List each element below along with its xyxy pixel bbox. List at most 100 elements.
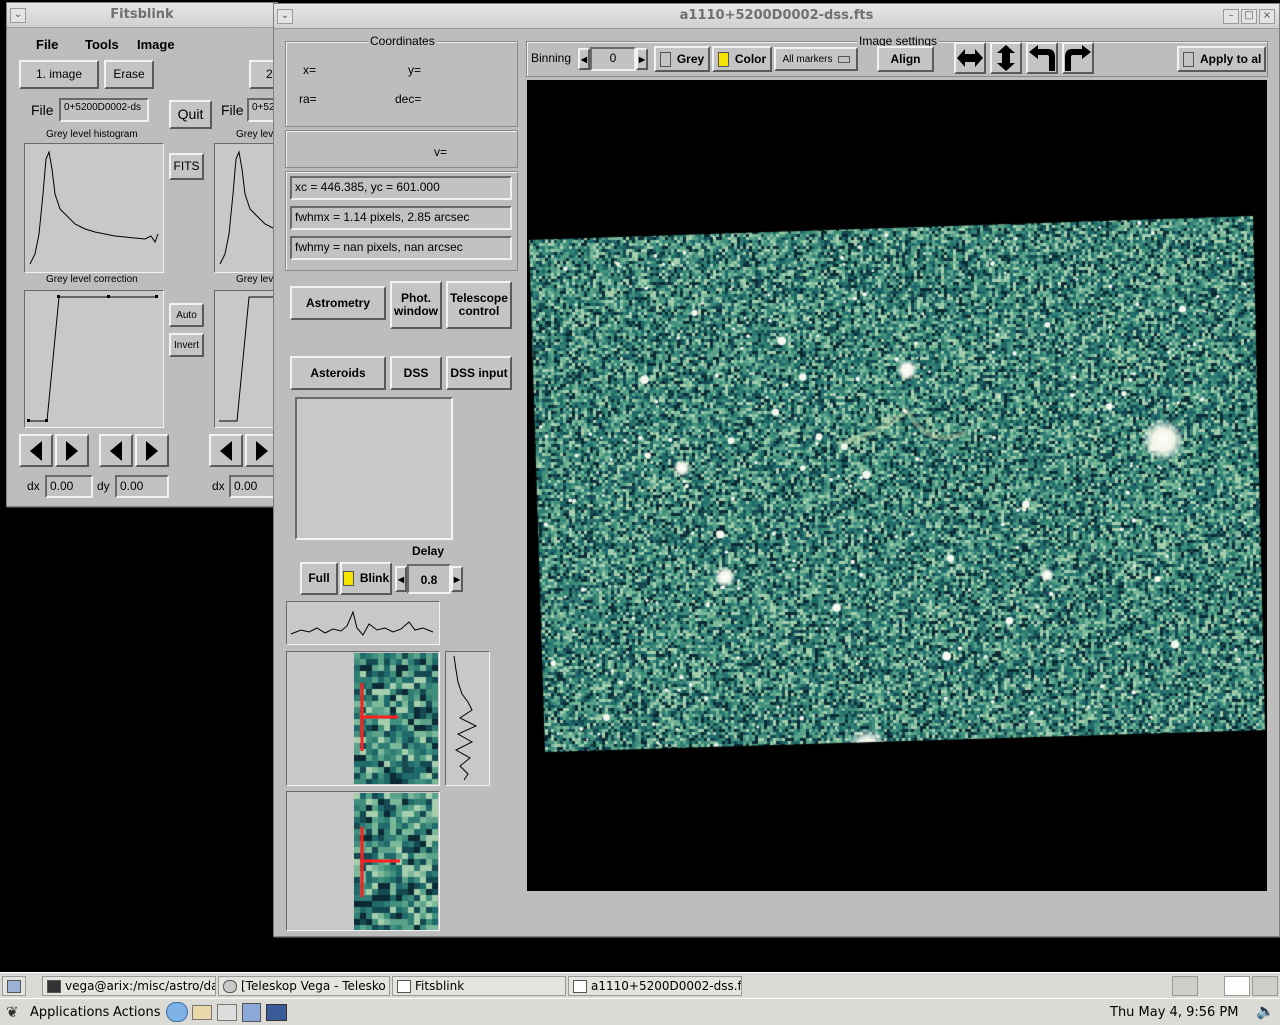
color-toggle[interactable]: Color bbox=[712, 46, 772, 72]
dx-field-2[interactable]: 0.00 bbox=[229, 475, 277, 498]
menu-file[interactable]: File bbox=[36, 37, 58, 52]
editor-icon[interactable] bbox=[217, 1004, 237, 1021]
telescope-control-button[interactable]: Telescope control bbox=[446, 281, 512, 329]
zoom-view-1 bbox=[286, 651, 440, 786]
shift-left-button-c[interactable] bbox=[209, 434, 243, 467]
task-telescope-label: [Teleskop Vega - Telesko bbox=[241, 979, 386, 993]
dx-label-2: dx bbox=[212, 479, 225, 493]
volume-icon[interactable]: 🔈 bbox=[1256, 1002, 1275, 1020]
dx-label: dx bbox=[27, 479, 40, 493]
correction-label: Grey level correction bbox=[46, 274, 138, 285]
dx-field[interactable]: 0.00 bbox=[45, 475, 93, 498]
clock[interactable]: Thu May 4, 9:56 PM bbox=[1110, 1005, 1238, 1020]
blink-label: Blink bbox=[359, 571, 390, 585]
show-desktop-button[interactable] bbox=[2, 976, 26, 996]
star-field-image[interactable] bbox=[527, 80, 1267, 891]
binning-field[interactable]: 0 bbox=[590, 47, 636, 71]
menu-tools[interactable]: Tools bbox=[85, 37, 119, 52]
centroid-readout: xc = 446.385, yc = 601.000 bbox=[290, 176, 512, 200]
file-field[interactable]: 0+5200D0002-ds bbox=[59, 98, 149, 122]
shift-left-button[interactable] bbox=[19, 434, 53, 467]
auto-button[interactable]: Auto bbox=[169, 303, 204, 327]
rotate-right-button[interactable] bbox=[1062, 42, 1094, 74]
correction-curve bbox=[27, 295, 158, 422]
minimize-icon[interactable]: – bbox=[1223, 9, 1239, 24]
align-button[interactable]: Align bbox=[877, 46, 934, 72]
color-label: Color bbox=[734, 51, 767, 66]
menu-image[interactable]: Image bbox=[137, 37, 175, 52]
rotate-left-button[interactable] bbox=[1026, 42, 1058, 74]
binning-increment-button[interactable]: ▶ bbox=[636, 48, 648, 70]
delay-label: Delay bbox=[412, 544, 445, 558]
correction-plot bbox=[24, 290, 164, 428]
full-button[interactable]: Full bbox=[300, 562, 338, 595]
workspace-2[interactable] bbox=[1224, 976, 1250, 996]
file-label-2: File bbox=[221, 102, 244, 118]
dec-label: dec= bbox=[395, 92, 422, 106]
x-label: x= bbox=[303, 63, 317, 77]
image-display[interactable] bbox=[527, 80, 1267, 891]
terminal-icon bbox=[47, 980, 61, 993]
invert-button[interactable]: Invert bbox=[169, 333, 204, 357]
flip-horizontal-button[interactable] bbox=[954, 42, 986, 74]
fits-button[interactable]: FITS bbox=[169, 153, 204, 180]
task-fitsblink[interactable]: Fitsblink bbox=[392, 976, 566, 996]
dy-field[interactable]: 0.00 bbox=[115, 475, 169, 498]
file-label: File bbox=[31, 102, 54, 118]
phot-window-button[interactable]: Phot. window bbox=[390, 281, 442, 329]
delay-decrement-button[interactable]: ◀ bbox=[395, 566, 407, 592]
actions-menu[interactable]: Actions bbox=[113, 1005, 161, 1020]
app-icon bbox=[223, 980, 237, 993]
apply-checkbox-icon bbox=[1183, 51, 1194, 67]
fitsblink-titlebar[interactable]: ⌄ Fitsblink bbox=[7, 3, 277, 28]
triangle-right-icon bbox=[146, 440, 158, 461]
office-icon[interactable] bbox=[242, 1003, 261, 1022]
applications-menu[interactable]: Applications bbox=[30, 1005, 109, 1020]
fwhmy-readout: fwhmy = nan pixels, nan arcsec bbox=[290, 236, 512, 260]
blink-button[interactable]: Blink bbox=[340, 562, 392, 595]
coordinates-group-label: Coordinates bbox=[368, 34, 437, 48]
erase-button[interactable]: Erase bbox=[104, 60, 154, 89]
crosshair-icon bbox=[360, 827, 400, 897]
profile-curve bbox=[290, 610, 434, 636]
thumbnail-preview bbox=[295, 397, 453, 540]
v-label: v= bbox=[434, 145, 448, 159]
horizontal-arrows-icon bbox=[957, 49, 983, 67]
image-titlebar[interactable]: ⌄ a1110+5200D0002-dss.fts – □ × bbox=[274, 4, 1279, 29]
markers-select[interactable]: All markers bbox=[774, 47, 858, 71]
task-telescope[interactable]: [Teleskop Vega - Telesko bbox=[218, 976, 390, 996]
window-icon bbox=[397, 980, 411, 993]
delay-field[interactable]: 0.8 bbox=[407, 564, 451, 594]
asteroids-button[interactable]: Asteroids bbox=[290, 356, 386, 390]
delay-increment-button[interactable]: ▶ bbox=[451, 566, 463, 592]
task-terminal[interactable]: vega@arix:/misc/astro/da bbox=[42, 976, 216, 996]
vertical-arrows-icon bbox=[997, 45, 1015, 71]
rotate-left-icon bbox=[1029, 45, 1055, 71]
shift-right-button-b[interactable] bbox=[135, 434, 169, 467]
binning-decrement-button[interactable]: ◀ bbox=[578, 48, 590, 70]
workspace-3[interactable] bbox=[1252, 976, 1278, 996]
grey-label: Grey bbox=[676, 51, 705, 66]
grey-toggle[interactable]: Grey bbox=[654, 46, 710, 72]
histogram-label-2: Grey lev bbox=[236, 129, 274, 140]
web-browser-icon[interactable] bbox=[166, 1002, 188, 1022]
flip-vertical-button[interactable] bbox=[990, 42, 1022, 74]
vertical-profile-plot bbox=[445, 651, 490, 786]
task-image-window[interactable]: a1110+5200D0002-dss.fts bbox=[568, 976, 742, 996]
mail-icon[interactable] bbox=[192, 1005, 212, 1020]
workspace-1[interactable] bbox=[1172, 976, 1198, 996]
quit-button[interactable]: Quit bbox=[169, 100, 212, 129]
dss-input-button[interactable]: DSS input bbox=[446, 356, 512, 390]
dss-button[interactable]: DSS bbox=[390, 356, 442, 390]
histogram-curve bbox=[29, 150, 159, 265]
image1-button[interactable]: 1. image bbox=[19, 60, 99, 89]
color-checkbox-icon bbox=[717, 51, 729, 67]
shift-right-button[interactable] bbox=[55, 434, 89, 467]
screen-icon[interactable] bbox=[266, 1004, 287, 1021]
shift-left-button-b[interactable] bbox=[99, 434, 133, 467]
maximize-icon[interactable]: □ bbox=[1241, 9, 1257, 24]
apply-to-all-toggle[interactable]: Apply to al bbox=[1177, 46, 1266, 72]
astrometry-button[interactable]: Astrometry bbox=[290, 286, 386, 320]
triangle-left-icon bbox=[30, 440, 42, 461]
close-icon[interactable]: × bbox=[1259, 9, 1275, 24]
